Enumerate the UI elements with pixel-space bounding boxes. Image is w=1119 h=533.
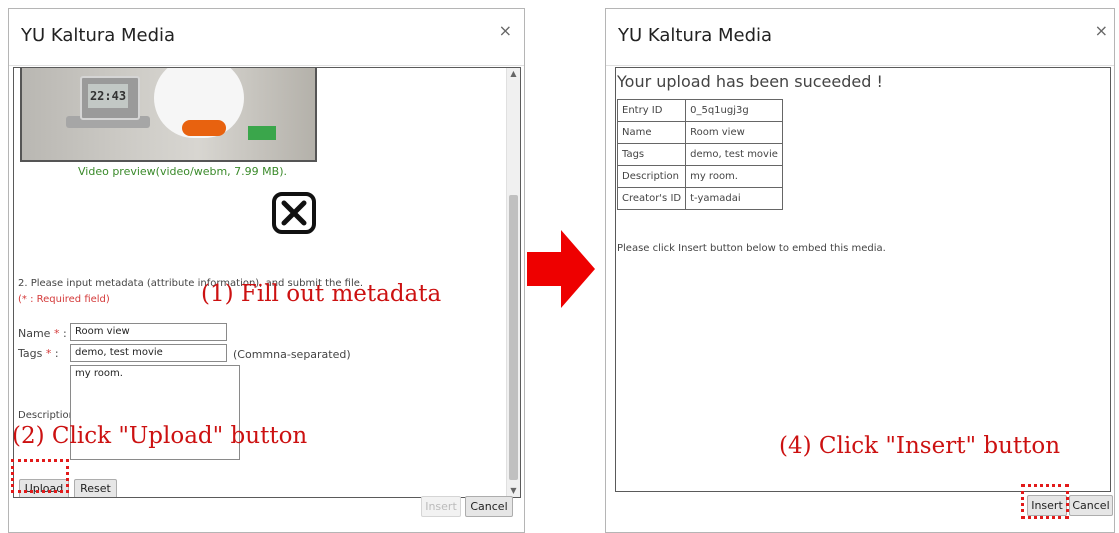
close-icon[interactable]: × [499, 21, 512, 40]
info-value: my room. [685, 165, 783, 188]
annotation-step2: (2) Click "Upload" button [12, 423, 308, 449]
annotation-step1: (1) Fill out metadata [201, 281, 442, 307]
insert-button-disabled[interactable]: Insert [421, 496, 461, 517]
preview-clock-display: 22:43 [88, 84, 128, 108]
info-value: 0_5q1ugj3g [685, 99, 783, 122]
name-label: Name * : [18, 327, 67, 340]
table-row: Entry ID 0_5q1ugj3g [616, 99, 783, 122]
annotation-step4: (4) Click "Insert" button [779, 433, 1061, 459]
info-key: Creator's ID [616, 187, 687, 210]
tags-field[interactable]: demo, test movie [70, 344, 227, 362]
cancel-button[interactable]: Cancel [1069, 495, 1113, 516]
dialog-title: YU Kaltura Media [618, 25, 773, 46]
info-key: Name [616, 121, 687, 144]
info-key: Tags [616, 143, 687, 166]
close-icon[interactable]: × [1095, 21, 1108, 40]
required-field-note: (* : Required field) [18, 294, 110, 305]
preview-toy-collar [182, 120, 226, 136]
preview-green-object [248, 126, 276, 140]
dialog-title: YU Kaltura Media [21, 25, 176, 46]
left-dialog: YU Kaltura Media × 22:43 Video preview(v… [8, 8, 525, 533]
tags-hint: (Commna-separated) [233, 348, 351, 361]
title-divider [9, 65, 524, 66]
preview-caption: Video preview(video/webm, 7.99 MB). [78, 165, 287, 178]
table-row: Description my room. [616, 165, 783, 188]
info-value: Room view [685, 121, 783, 144]
insert-highlight [1021, 484, 1069, 519]
entry-info-table: Entry ID 0_5q1ugj3g Name Room view Tags demo,… [616, 99, 783, 210]
info-key: Description [616, 165, 687, 188]
info-key: Entry ID [616, 99, 687, 122]
upload-highlight [11, 459, 69, 493]
title-divider [606, 65, 1114, 66]
scroll-up-icon[interactable]: ▲ [507, 68, 520, 80]
table-row: Tags demo, test movie [616, 143, 783, 166]
vertical-scrollbar[interactable]: ▲ ▼ [506, 68, 520, 497]
reset-button[interactable]: Reset [74, 479, 117, 497]
success-message: Your upload has been suceeded ! [617, 72, 883, 91]
table-row: Creator's ID t-yamadai [616, 187, 783, 210]
scroll-thumb[interactable] [509, 195, 518, 480]
info-value: t-yamadai [685, 187, 783, 210]
name-field[interactable]: Room view [70, 323, 227, 341]
upload-result-frame: Your upload has been suceeded ! Entry ID… [615, 67, 1111, 492]
tags-label: Tags * : [18, 347, 59, 360]
embed-instruction: Please click Insert button below to embe… [617, 243, 886, 254]
video-preview[interactable]: 22:43 [20, 68, 317, 162]
arrow-right-icon [527, 230, 595, 308]
close-square-icon[interactable] [271, 191, 317, 235]
cancel-button[interactable]: Cancel [465, 496, 513, 517]
preview-clock: 22:43 [80, 76, 140, 120]
info-value: demo, test movie [685, 143, 783, 166]
table-row: Name Room view [616, 121, 783, 144]
